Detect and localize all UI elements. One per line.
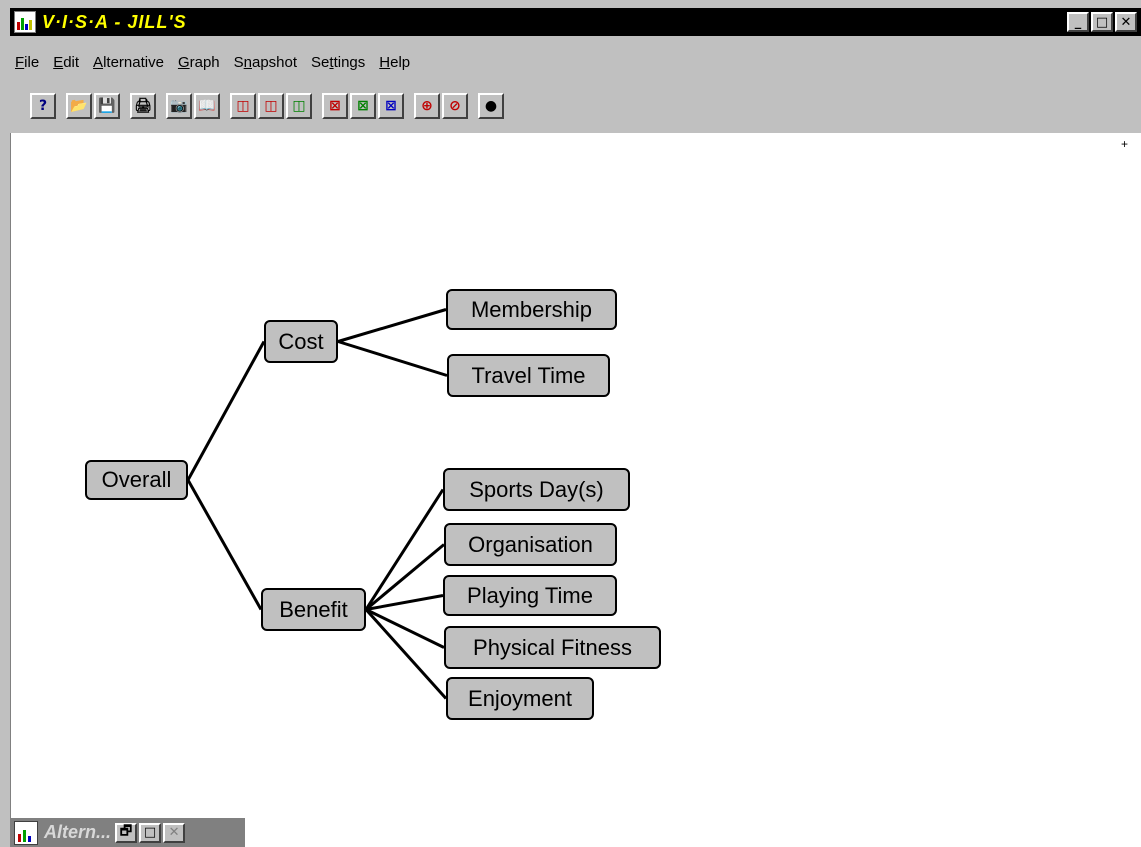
- minimized-window-title: Altern...: [44, 822, 112, 842]
- print-icon: 🖨: [134, 98, 152, 114]
- chart-view-2-icon: ◫: [264, 98, 278, 114]
- tree-node-benefit[interactable]: Benefit: [261, 588, 366, 631]
- menu-snapshot[interactable]: Snapshot: [229, 54, 306, 71]
- chart-view-3-icon: ◫: [292, 98, 306, 114]
- title-bar[interactable]: V·I·S·A - JILL'S _ □ ✕: [10, 8, 1141, 36]
- menu-help[interactable]: Help: [374, 54, 419, 71]
- album-icon: 📖: [198, 98, 216, 114]
- tree-node-playing[interactable]: Playing Time: [443, 575, 617, 616]
- tree-link-benefit-fitness: [365, 608, 445, 649]
- open-folder-icon: 📂: [70, 98, 88, 114]
- chart-view-2-button[interactable]: ◫: [258, 93, 284, 119]
- menu-alternative[interactable]: Alternative: [88, 54, 173, 71]
- tree-node-travel[interactable]: Travel Time: [447, 354, 610, 397]
- line-graph-2-icon: ⊠: [357, 98, 369, 114]
- zoom-out-button[interactable]: ⊘: [442, 93, 468, 119]
- menu-file[interactable]: File: [10, 54, 48, 71]
- close-button[interactable]: ✕: [1115, 12, 1137, 32]
- tree-link-overall-cost: [186, 340, 266, 481]
- app-icon: [14, 820, 38, 845]
- bomb-button[interactable]: ●: [478, 93, 504, 119]
- zoom-in-button[interactable]: ⊕: [414, 93, 440, 119]
- maximize-button[interactable]: □: [1091, 12, 1113, 32]
- tree-node-organisation[interactable]: Organisation: [444, 523, 617, 566]
- window-title: V·I·S·A - JILL'S: [42, 11, 187, 32]
- save-disk-icon: 💾: [98, 98, 116, 114]
- chart-view-1-icon: ◫: [236, 98, 250, 114]
- camera-icon: 📷: [170, 98, 188, 114]
- graph-canvas[interactable]: + Overall Cost Benefit Membership Travel Tim…: [10, 133, 1141, 847]
- menu-graph[interactable]: Graph: [173, 54, 229, 71]
- tree-link-benefit-enjoyment: [364, 608, 448, 700]
- app-icon[interactable]: [14, 11, 36, 33]
- tree-link-benefit-sports: [364, 488, 445, 611]
- tree-node-enjoyment[interactable]: Enjoyment: [446, 677, 594, 720]
- tree-link-cost-membership: [337, 308, 447, 343]
- tree-link-overall-benefit: [186, 479, 263, 611]
- zoom-in-icon: ⊕: [421, 98, 433, 114]
- bomb-icon: ●: [484, 98, 498, 114]
- save-disk-button[interactable]: 💾: [94, 93, 120, 119]
- menu-settings[interactable]: Settings: [306, 54, 374, 71]
- line-graph-3-icon: ⊠: [385, 98, 397, 114]
- line-graph-3-button[interactable]: ⊠: [378, 93, 404, 119]
- chart-view-1-button[interactable]: ◫: [230, 93, 256, 119]
- menu-bar: File Edit Alternative Graph Snapshot Settings…: [10, 50, 419, 74]
- toolbar: ? 📂 💾 🖨 📷 📖 ◫ ◫ ◫ ⊠ ⊠ ⊠ ⊕ ⊘ ●: [30, 88, 506, 124]
- line-graph-2-button[interactable]: ⊠: [350, 93, 376, 119]
- chart-view-3-button[interactable]: ◫: [286, 93, 312, 119]
- print-button[interactable]: 🖨: [130, 93, 156, 119]
- close-icon[interactable]: ✕: [163, 822, 186, 843]
- menu-edit[interactable]: Edit: [48, 54, 88, 71]
- minimized-window-alternatives[interactable]: Altern... 🗗 □ ✕: [10, 818, 245, 847]
- tree-node-membership[interactable]: Membership: [446, 289, 617, 330]
- tree-link-benefit-playing: [365, 594, 444, 611]
- album-button[interactable]: 📖: [194, 93, 220, 119]
- help-button[interactable]: ?: [30, 93, 56, 119]
- tree-link-cost-travel: [337, 340, 448, 377]
- tree-node-overall[interactable]: Overall: [85, 460, 188, 500]
- zoom-out-icon: ⊘: [449, 98, 461, 114]
- line-graph-1-button[interactable]: ⊠: [322, 93, 348, 119]
- restore-icon[interactable]: 🗗: [115, 822, 138, 843]
- open-folder-button[interactable]: 📂: [66, 93, 92, 119]
- line-graph-1-icon: ⊠: [329, 98, 341, 114]
- minimize-button[interactable]: _: [1067, 12, 1089, 32]
- help-icon: ?: [38, 98, 48, 114]
- tree-node-cost[interactable]: Cost: [264, 320, 338, 363]
- maximize-icon[interactable]: □: [139, 822, 162, 843]
- tree-link-benefit-organisation: [365, 543, 445, 611]
- tree-node-fitness[interactable]: Physical Fitness: [444, 626, 661, 669]
- application-window: V·I·S·A - JILL'S _ □ ✕ File Edit Alternati…: [0, 0, 1141, 847]
- tree-node-sports[interactable]: Sports Day(s): [443, 468, 630, 511]
- camera-button[interactable]: 📷: [166, 93, 192, 119]
